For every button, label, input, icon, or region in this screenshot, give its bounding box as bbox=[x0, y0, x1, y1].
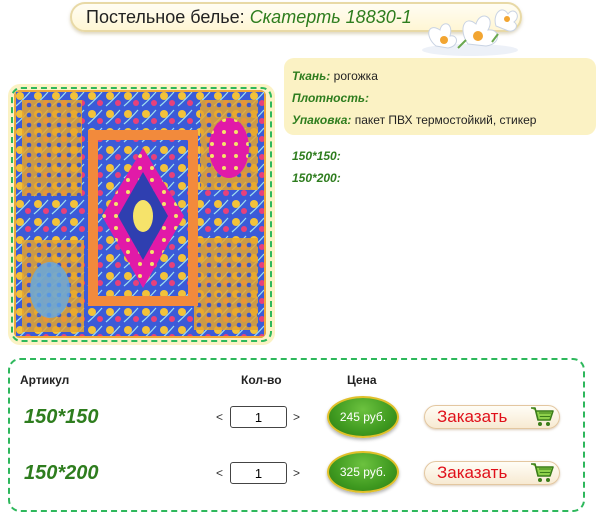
spec-fabric-label: Ткань: bbox=[292, 69, 331, 83]
spec-density-label: Плотность: bbox=[292, 91, 369, 105]
column-header-price: Цена bbox=[347, 373, 377, 387]
spec-packaging-value: пакет ПВХ термостойкий, стикер bbox=[354, 113, 537, 127]
price-badge: 245 руб. bbox=[327, 396, 399, 438]
price-badge: 325 руб. bbox=[327, 451, 399, 493]
column-header-article: Артикул bbox=[20, 373, 70, 387]
title-product-name: Скатерть 18830-1 bbox=[249, 7, 412, 27]
qty-decrement-button[interactable]: < bbox=[216, 410, 223, 424]
qty-increment-button[interactable]: > bbox=[293, 466, 300, 480]
product-specs: Ткань: рогожка Плотность: Упаковка: паке… bbox=[284, 58, 596, 135]
qty-increment-button[interactable]: > bbox=[293, 410, 300, 424]
title-category: Постельное белье: bbox=[86, 7, 245, 27]
qty-input[interactable] bbox=[230, 406, 287, 428]
spec-packaging-label: Упаковка: bbox=[292, 113, 352, 127]
size-item: 150*200: bbox=[292, 171, 341, 185]
row-article: 150*200 bbox=[24, 462, 99, 484]
spec-density: Плотность: bbox=[292, 87, 596, 109]
size-list: 150*150: 150*200: bbox=[292, 145, 341, 189]
row-article: 150*150 bbox=[24, 406, 99, 428]
order-button[interactable]: Заказать bbox=[424, 461, 560, 485]
qty-decrement-button[interactable]: < bbox=[216, 466, 223, 480]
qty-input[interactable] bbox=[230, 462, 287, 484]
order-table bbox=[8, 358, 585, 512]
spec-fabric-value: рогожка bbox=[333, 69, 378, 83]
spec-fabric: Ткань: рогожка bbox=[292, 65, 596, 87]
cart-icon bbox=[531, 463, 554, 482]
product-image[interactable] bbox=[14, 90, 266, 338]
order-button[interactable]: Заказать bbox=[424, 405, 560, 429]
column-header-qty: Кол-во bbox=[241, 373, 282, 387]
flower-decoration-icon bbox=[422, 9, 518, 56]
size-item: 150*150: bbox=[292, 149, 341, 163]
order-button-label: Заказать bbox=[437, 463, 508, 482]
cart-icon bbox=[531, 407, 554, 426]
order-button-label: Заказать bbox=[437, 407, 508, 426]
spec-packaging: Упаковка: пакет ПВХ термостойкий, стикер bbox=[292, 109, 596, 131]
